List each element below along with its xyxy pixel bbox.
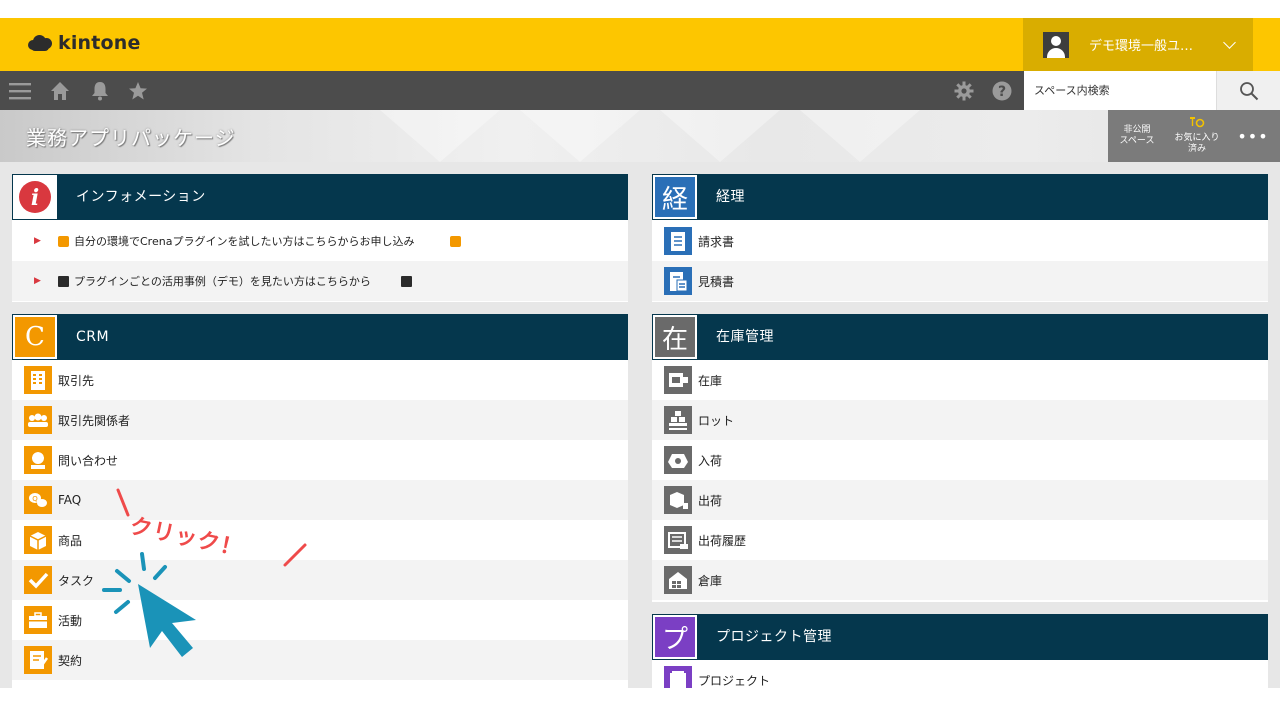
cursor-arrow-icon	[138, 584, 196, 657]
kintone-window: kintone デモ環境一般ユ… ? スペース内検索 業務アプリパッケージ 非公…	[0, 18, 1280, 688]
annotation-overlay	[102, 488, 307, 657]
